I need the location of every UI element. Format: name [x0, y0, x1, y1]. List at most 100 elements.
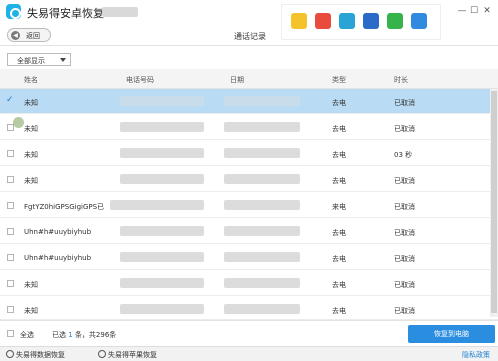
- date-redacted: [224, 148, 300, 158]
- select-all-checkbox[interactable]: [7, 330, 14, 337]
- call-type: 去电: [332, 281, 346, 289]
- call-type: 去电: [332, 151, 346, 159]
- recover-to-computer-button[interactable]: 恢复到电脑: [408, 325, 495, 343]
- table-row[interactable]: 未知 去电 已取消: [0, 297, 498, 320]
- recovery-app-icon: [6, 350, 14, 358]
- call-duration: 已取消: [394, 307, 415, 315]
- table-row[interactable]: FgtYZ0hiGPSGigiGPS已 来电 已取消: [0, 193, 498, 218]
- blurred-title-area: [102, 7, 138, 17]
- table-row[interactable]: 未知 去电 03 秒: [0, 141, 498, 166]
- phone-number-redacted: [120, 148, 204, 158]
- column-header-duration[interactable]: 时长: [394, 75, 408, 85]
- call-type: 去电: [332, 99, 346, 107]
- call-duration: 03 秒: [394, 151, 413, 159]
- date-redacted: [224, 278, 300, 288]
- summary-prefix: 已选: [52, 331, 66, 339]
- call-duration: 已取消: [394, 255, 415, 263]
- date-redacted: [224, 226, 300, 236]
- phone-number-redacted: [110, 200, 204, 210]
- share-panel: [281, 4, 441, 40]
- phone-number-redacted: [120, 304, 204, 314]
- wechat-icon[interactable]: [387, 13, 403, 29]
- call-duration: 已取消: [394, 229, 415, 237]
- footer-bar: 全选 已选 1 条，共296条 恢复到电脑: [0, 320, 498, 346]
- more-icon[interactable]: [411, 13, 427, 29]
- filter-dropdown[interactable]: 全部显示: [7, 53, 71, 66]
- caller-name: FgtYZ0hiGPSGigiGPS已: [24, 203, 105, 211]
- scrollbar-thumb[interactable]: [491, 91, 497, 313]
- privacy-policy-link[interactable]: 隐私政策: [462, 350, 490, 360]
- caller-name: 未知: [24, 151, 38, 159]
- caller-name: Uhn#h#uuybiyhub: [24, 228, 92, 236]
- row-checkbox[interactable]: [7, 202, 14, 209]
- phone-number-redacted: [120, 96, 204, 106]
- date-redacted: [224, 200, 300, 210]
- filter-value: 全部显示: [17, 57, 45, 65]
- bottom-tab-bar: 失易得数据恢复 失易得苹果恢复 隐私政策: [0, 346, 498, 361]
- date-redacted: [224, 252, 300, 262]
- column-header-phone[interactable]: 电话号码: [126, 75, 154, 85]
- row-checkbox[interactable]: [7, 150, 14, 157]
- renren-icon[interactable]: [363, 13, 379, 29]
- date-redacted: [224, 304, 300, 314]
- table-row[interactable]: 未知 去电 已取消: [0, 115, 498, 140]
- vertical-scrollbar[interactable]: [490, 89, 498, 317]
- call-type: 去电: [332, 229, 346, 237]
- date-redacted: [224, 174, 300, 184]
- chevron-down-icon: [60, 58, 66, 62]
- call-type: 去电: [332, 255, 346, 263]
- back-arrow-icon: ◀: [11, 31, 20, 40]
- column-header-name[interactable]: 姓名: [24, 75, 38, 85]
- tab-data-recovery[interactable]: 失易得数据恢复: [6, 350, 65, 360]
- tab-data-recovery-label: 失易得数据恢复: [16, 351, 65, 359]
- caller-name: Uhn#h#uuybiyhub: [24, 254, 92, 262]
- row-checkbox[interactable]: [7, 280, 14, 287]
- back-button[interactable]: ◀ 返回: [7, 28, 51, 42]
- call-duration: 已取消: [394, 125, 415, 133]
- minimize-icon[interactable]: —: [457, 6, 467, 16]
- row-checkbox[interactable]: [7, 306, 14, 313]
- call-type: 去电: [332, 307, 346, 315]
- call-duration: 已取消: [394, 281, 415, 289]
- phone-number-redacted: [120, 174, 204, 184]
- call-type: 来电: [332, 203, 346, 211]
- caller-name: 未知: [24, 307, 38, 315]
- date-redacted: [224, 122, 300, 132]
- column-header-date[interactable]: 日期: [230, 75, 244, 85]
- row-checkbox[interactable]: [7, 176, 14, 183]
- column-header-type[interactable]: 类型: [332, 75, 346, 85]
- summary-suffix: 条，共296条: [74, 331, 117, 339]
- call-duration: 已取消: [394, 177, 415, 185]
- checkmark-icon[interactable]: ✓: [6, 95, 14, 105]
- table-header: 姓名 电话号码 日期 类型 时长: [0, 69, 498, 89]
- caller-name: 未知: [24, 177, 38, 185]
- qzone-icon[interactable]: [291, 13, 307, 29]
- call-type: 去电: [332, 125, 346, 133]
- close-icon[interactable]: ✕: [482, 6, 492, 16]
- caller-name: 未知: [24, 99, 38, 107]
- selected-count: 1: [68, 331, 73, 339]
- apple-recovery-icon: [98, 350, 106, 358]
- weibo-icon[interactable]: [315, 13, 331, 29]
- table-row[interactable]: 未知 去电 已取消: [0, 167, 498, 192]
- app-logo-icon: [6, 4, 21, 19]
- tencent-weibo-icon[interactable]: [339, 13, 355, 29]
- table-row[interactable]: Uhn#h#uuybiyhub 去电 已取消: [0, 219, 498, 244]
- tab-apple-recovery[interactable]: 失易得苹果恢复: [98, 350, 157, 360]
- phone-number-redacted: [120, 252, 204, 262]
- row-checkbox[interactable]: [7, 254, 14, 261]
- maximize-icon[interactable]: ☐: [469, 6, 479, 16]
- table-row[interactable]: ✓ 未知 去电 已取消: [0, 89, 498, 114]
- tab-apple-recovery-label: 失易得苹果恢复: [108, 351, 157, 359]
- page-title: 通话记录: [234, 32, 266, 41]
- table-row[interactable]: Uhn#h#uuybiyhub 去电 已取消: [0, 245, 498, 270]
- phone-number-redacted: [120, 122, 204, 132]
- call-duration: 已取消: [394, 99, 415, 107]
- phone-number-redacted: [120, 226, 204, 236]
- select-all-label[interactable]: 全选: [20, 330, 34, 340]
- table-row[interactable]: 未知 去电 已取消: [0, 271, 498, 296]
- date-redacted: [224, 96, 300, 106]
- call-type: 去电: [332, 177, 346, 185]
- row-checkbox[interactable]: [7, 228, 14, 235]
- caller-name: 未知: [24, 281, 38, 289]
